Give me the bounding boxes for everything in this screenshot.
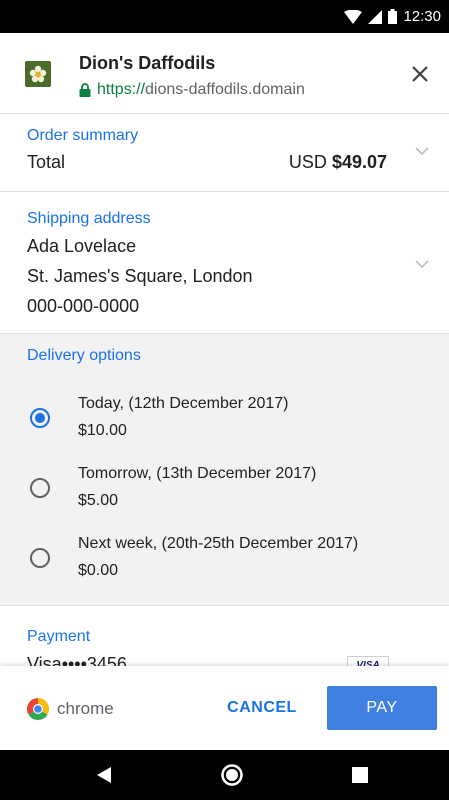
signal-icon xyxy=(368,9,383,24)
battery-icon xyxy=(388,9,398,24)
close-icon xyxy=(412,66,428,82)
delivery-option-today[interactable]: Today, (12th December 2017) $10.00 xyxy=(0,395,449,455)
total-amount: USD $49.07 xyxy=(289,152,387,173)
payment-section[interactable]: Payment Visa••••3456 VISA xyxy=(0,606,449,666)
recents-button[interactable] xyxy=(330,750,390,800)
total-label: Total xyxy=(27,152,66,172)
option-price: $0.00 xyxy=(78,562,119,579)
back-triangle-icon xyxy=(97,767,111,783)
lock-icon xyxy=(79,83,91,97)
shipping-name: Ada Lovelace xyxy=(27,236,137,256)
option-label: Next week, (20th-25th December 2017) xyxy=(78,535,359,552)
delivery-options-section: Delivery options Today, (12th December 2… xyxy=(0,334,449,606)
option-price: $5.00 xyxy=(78,492,119,509)
option-label: Tomorrow, (13th December 2017) xyxy=(78,465,317,482)
chrome-logo-icon xyxy=(27,698,49,720)
android-nav-bar xyxy=(0,750,449,800)
delivery-title: Delivery options xyxy=(27,347,141,364)
option-label: Today, (12th December 2017) xyxy=(78,395,289,412)
close-button[interactable] xyxy=(407,61,433,87)
home-circle-icon xyxy=(221,764,243,786)
pay-button[interactable]: PAY xyxy=(327,686,437,730)
radio-unselected[interactable] xyxy=(30,548,50,568)
url-host: dions-daffodils.domain xyxy=(145,81,305,98)
delivery-option-tomorrow[interactable]: Tomorrow, (13th December 2017) $5.00 xyxy=(0,465,449,525)
status-bar: 12:30 xyxy=(0,0,449,33)
shipping-address-section[interactable]: Shipping address Ada Lovelace St. James'… xyxy=(0,192,449,334)
radio-unselected[interactable] xyxy=(30,478,50,498)
payment-title: Payment xyxy=(27,628,91,645)
home-button[interactable] xyxy=(202,750,262,800)
chevron-down-icon xyxy=(415,260,429,269)
option-price: $10.00 xyxy=(78,422,127,439)
merchant-header: Dion's Daffodils https:// dions-daffodil… xyxy=(0,33,449,114)
url-scheme: https:// xyxy=(97,81,146,98)
merchant-url: https:// dions-daffodils.domain xyxy=(79,81,305,99)
order-summary-title: Order summary xyxy=(27,127,139,144)
back-button[interactable] xyxy=(74,750,134,800)
recents-square-icon xyxy=(352,767,368,783)
total-currency: USD xyxy=(288,152,327,172)
order-summary-section[interactable]: Order summary Total USD $49.07 xyxy=(0,114,449,192)
chevron-down-icon xyxy=(415,147,429,156)
total-value: $49.07 xyxy=(331,152,387,172)
payment-card: Visa••••3456 xyxy=(27,654,127,666)
chrome-label: chrome xyxy=(57,699,114,718)
payment-footer: chrome CANCEL PAY xyxy=(0,666,449,750)
shipping-title: Shipping address xyxy=(27,210,151,227)
visa-card-icon: VISA xyxy=(347,656,389,666)
delivery-option-next-week[interactable]: Next week, (20th-25th December 2017) $0.… xyxy=(0,535,449,595)
radio-selected[interactable] xyxy=(30,408,50,428)
daffodil-flower-icon xyxy=(25,61,51,87)
cancel-button[interactable]: CANCEL xyxy=(214,686,310,730)
wifi-icon xyxy=(344,9,363,24)
chrome-branding: chrome xyxy=(27,698,114,720)
shipping-phone: 000-000-0000 xyxy=(27,296,140,316)
merchant-name: Dion's Daffodils xyxy=(79,53,216,73)
status-time: 12:30 xyxy=(403,8,441,25)
shipping-address: St. James's Square, London xyxy=(27,266,253,286)
